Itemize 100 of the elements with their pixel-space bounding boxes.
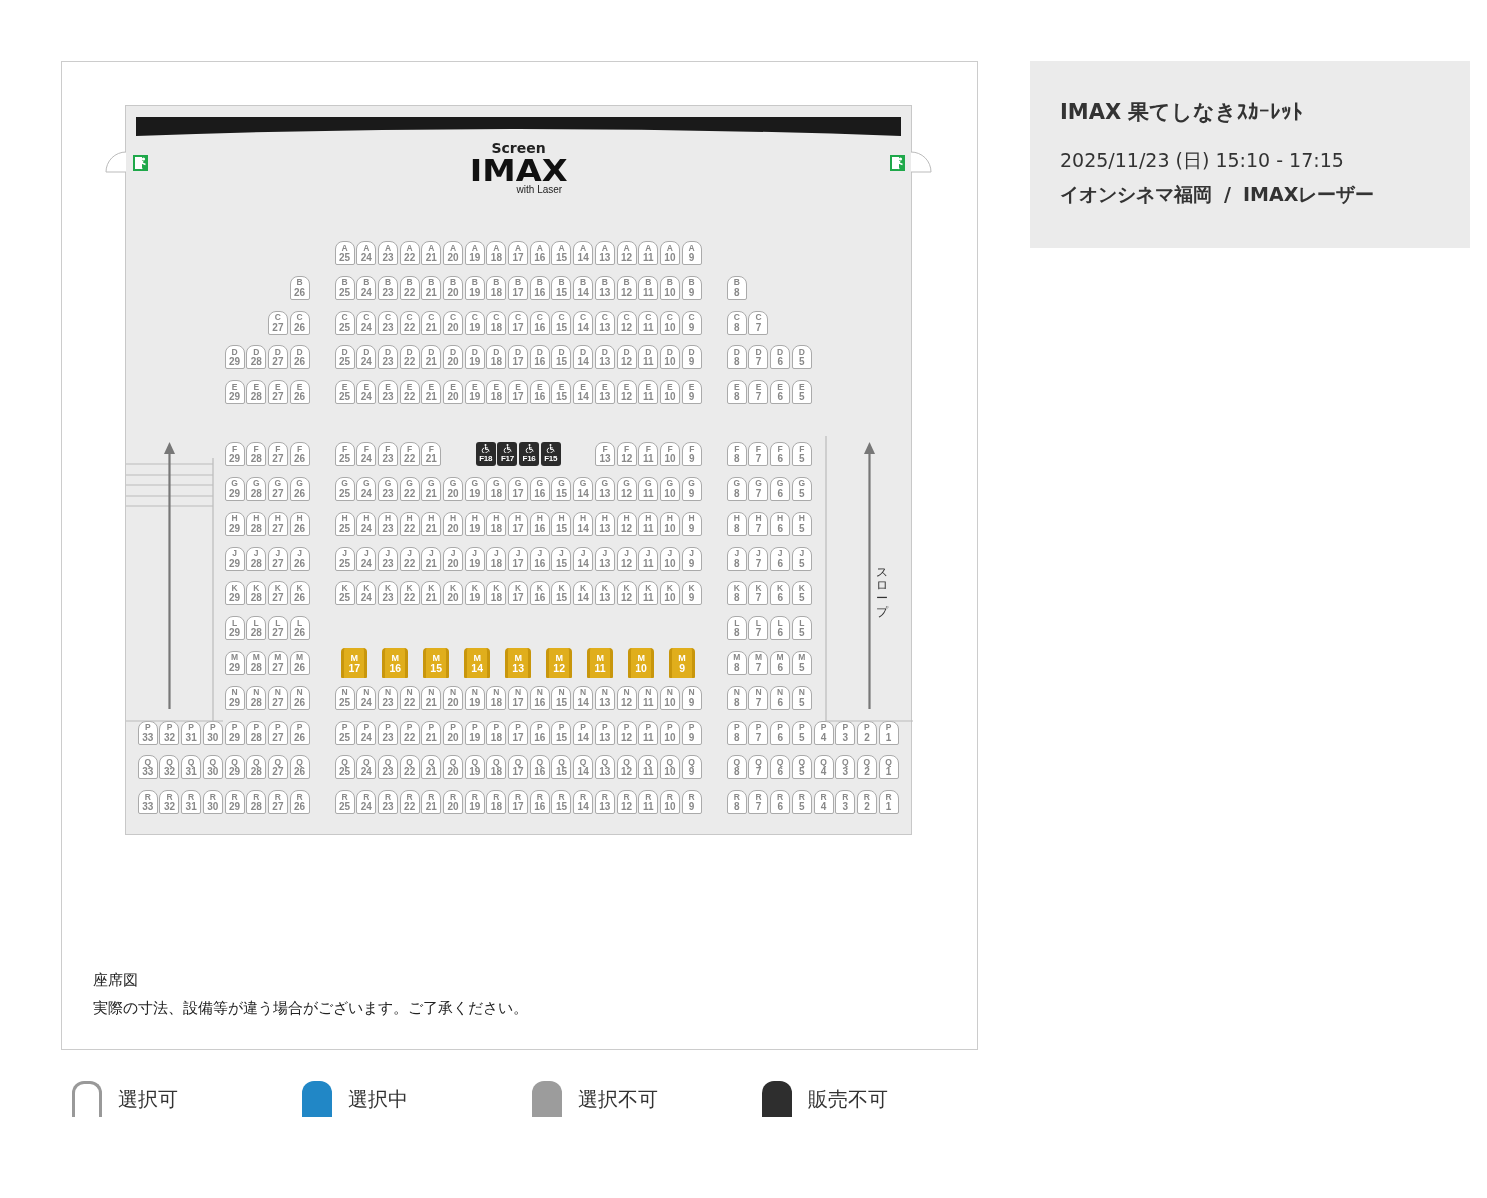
seat[interactable]: P 2 bbox=[856, 720, 877, 745]
seat[interactable]: K 21 bbox=[421, 581, 442, 606]
seat[interactable]: C 8 bbox=[726, 310, 747, 335]
seat[interactable]: P 23 bbox=[377, 720, 398, 745]
seat[interactable]: N 24 bbox=[356, 685, 377, 710]
seat[interactable]: C 26 bbox=[289, 310, 310, 335]
seat[interactable]: D 28 bbox=[246, 345, 267, 370]
seat[interactable]: E 17 bbox=[508, 380, 529, 405]
seat[interactable]: J 8 bbox=[726, 546, 747, 571]
seat[interactable]: E 26 bbox=[289, 380, 310, 405]
seat[interactable]: D 21 bbox=[421, 345, 442, 370]
seat[interactable]: D 25 bbox=[334, 345, 355, 370]
seat[interactable]: F 29 bbox=[224, 442, 245, 467]
seat[interactable]: N 14 bbox=[573, 685, 594, 710]
seat[interactable]: C 11 bbox=[638, 310, 659, 335]
seat[interactable]: L 26 bbox=[289, 616, 310, 641]
seat[interactable]: G 6 bbox=[770, 477, 791, 501]
seat[interactable]: D 15 bbox=[551, 345, 572, 370]
seat[interactable]: C 19 bbox=[464, 310, 485, 335]
seat[interactable]: K 16 bbox=[529, 581, 550, 606]
seat[interactable]: Q 13 bbox=[594, 755, 615, 780]
seat[interactable]: K 11 bbox=[638, 581, 659, 606]
seat[interactable]: R 14 bbox=[573, 790, 594, 815]
seat[interactable]: P 15 bbox=[551, 720, 572, 745]
seat[interactable]: A 19 bbox=[464, 241, 485, 265]
seat[interactable]: N 12 bbox=[616, 685, 637, 710]
seat[interactable]: J 6 bbox=[770, 546, 791, 571]
seat[interactable]: G 14 bbox=[573, 477, 594, 501]
seat[interactable]: D 23 bbox=[377, 345, 398, 370]
seat[interactable]: G 11 bbox=[638, 477, 659, 501]
seat[interactable]: Q 5 bbox=[791, 755, 812, 780]
seat[interactable]: R 11 bbox=[638, 790, 659, 815]
seat[interactable]: C 10 bbox=[659, 310, 680, 335]
seat[interactable]: G 23 bbox=[377, 477, 398, 501]
seat[interactable]: F 5 bbox=[791, 442, 812, 467]
seat[interactable]: K 13 bbox=[594, 581, 615, 606]
seat[interactable]: D 19 bbox=[464, 345, 485, 370]
seat[interactable]: K 27 bbox=[267, 581, 288, 606]
seat[interactable]: J 20 bbox=[443, 546, 464, 571]
seat[interactable]: R 5 bbox=[791, 790, 812, 815]
premium-seat[interactable]: M 10 bbox=[628, 647, 655, 678]
seat[interactable]: G 17 bbox=[508, 477, 529, 501]
seat[interactable]: R 16 bbox=[529, 790, 550, 815]
seat[interactable]: L 28 bbox=[246, 616, 267, 641]
seat[interactable]: L 6 bbox=[770, 616, 791, 641]
seat[interactable]: D 26 bbox=[289, 345, 310, 370]
seat[interactable]: A 13 bbox=[594, 241, 615, 265]
seat[interactable]: D 20 bbox=[443, 345, 464, 370]
seat[interactable]: J 29 bbox=[224, 546, 245, 571]
seat[interactable]: A 25 bbox=[334, 241, 355, 265]
seat[interactable]: A 10 bbox=[659, 241, 680, 265]
seat[interactable]: F 6 bbox=[770, 442, 791, 467]
seat[interactable]: E 10 bbox=[659, 380, 680, 405]
seat[interactable]: N 23 bbox=[377, 685, 398, 710]
seat[interactable]: E 24 bbox=[356, 380, 377, 405]
seat[interactable]: E 23 bbox=[377, 380, 398, 405]
seat[interactable]: B 8 bbox=[726, 275, 747, 300]
seat[interactable]: M 6 bbox=[770, 650, 791, 675]
seat[interactable]: B 26 bbox=[289, 275, 310, 300]
seat[interactable]: H 22 bbox=[399, 511, 420, 536]
seat[interactable]: L 5 bbox=[791, 616, 812, 641]
seat[interactable]: N 10 bbox=[659, 685, 680, 710]
seat[interactable]: H 5 bbox=[791, 511, 812, 536]
seat[interactable]: K 12 bbox=[616, 581, 637, 606]
seat[interactable]: Q 1 bbox=[878, 755, 899, 780]
seat[interactable]: C 22 bbox=[399, 310, 420, 335]
premium-seat[interactable]: M 13 bbox=[505, 647, 532, 678]
seat[interactable]: Q 16 bbox=[529, 755, 550, 780]
seat[interactable]: J 9 bbox=[681, 546, 702, 571]
premium-seat[interactable]: M 15 bbox=[423, 647, 450, 678]
seat[interactable]: R 9 bbox=[681, 790, 702, 815]
seat[interactable]: M 27 bbox=[267, 650, 288, 675]
seat[interactable]: G 21 bbox=[421, 477, 442, 501]
seat[interactable]: Q 8 bbox=[726, 755, 747, 780]
seat[interactable]: J 25 bbox=[334, 546, 355, 571]
seat[interactable]: C 15 bbox=[551, 310, 572, 335]
seat[interactable]: P 27 bbox=[267, 720, 288, 745]
seat[interactable]: R 6 bbox=[770, 790, 791, 815]
seat[interactable]: Q 11 bbox=[638, 755, 659, 780]
seat[interactable]: C 17 bbox=[508, 310, 529, 335]
seat[interactable]: F 7 bbox=[748, 442, 769, 467]
seat[interactable]: N 15 bbox=[551, 685, 572, 710]
seat[interactable]: F 10 bbox=[660, 442, 681, 467]
seat[interactable]: D 17 bbox=[508, 345, 529, 370]
seat[interactable]: G 12 bbox=[616, 477, 637, 501]
seat[interactable]: Q 10 bbox=[659, 755, 680, 780]
seat[interactable]: J 13 bbox=[594, 546, 615, 571]
seat[interactable]: E 9 bbox=[681, 380, 702, 405]
seat[interactable]: B 22 bbox=[399, 275, 420, 300]
seat[interactable]: R 18 bbox=[486, 790, 507, 815]
seat[interactable]: H 20 bbox=[443, 511, 464, 536]
seat[interactable]: C 7 bbox=[748, 310, 769, 335]
seat[interactable]: K 8 bbox=[726, 581, 747, 606]
seat[interactable]: G 9 bbox=[681, 477, 702, 501]
seat[interactable]: A 17 bbox=[508, 241, 529, 265]
seat[interactable]: H 28 bbox=[246, 511, 267, 536]
seat[interactable]: F 24 bbox=[356, 442, 377, 467]
seat[interactable]: K 26 bbox=[289, 581, 310, 606]
seat[interactable]: K 20 bbox=[443, 581, 464, 606]
seat[interactable]: N 8 bbox=[726, 685, 747, 710]
